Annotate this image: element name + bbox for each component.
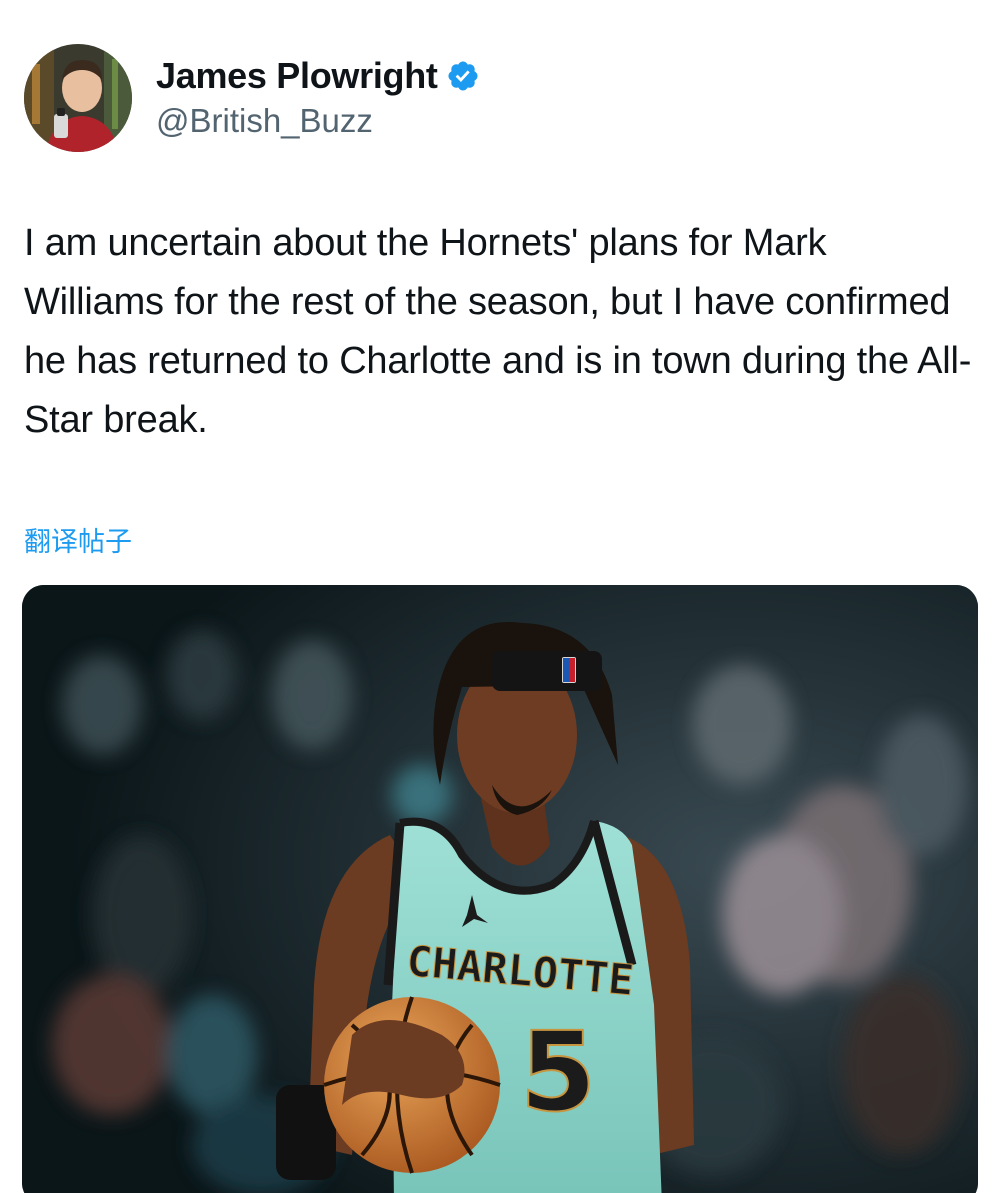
player-photo: CHARLOTTE 5 — [22, 585, 978, 1193]
author-info: James Plowright @British_Buzz — [156, 54, 480, 140]
translate-post-link[interactable]: 翻译帖子 — [24, 520, 132, 559]
tweet-text: I am uncertain about the Hornets' plans … — [24, 222, 972, 441]
verified-badge-icon — [446, 59, 480, 93]
tweet-media-image[interactable]: CHARLOTTE 5 — [22, 585, 978, 1193]
name-row: James Plowright — [156, 54, 480, 98]
jersey-number: 5 — [520, 1008, 597, 1136]
display-name[interactable]: James Plowright — [156, 55, 438, 97]
tweet-header: James Plowright @British_Buzz — [24, 40, 976, 152]
avatar[interactable] — [24, 44, 132, 152]
avatar-photo-icon — [24, 44, 132, 152]
author-handle[interactable]: @British_Buzz — [156, 102, 480, 140]
